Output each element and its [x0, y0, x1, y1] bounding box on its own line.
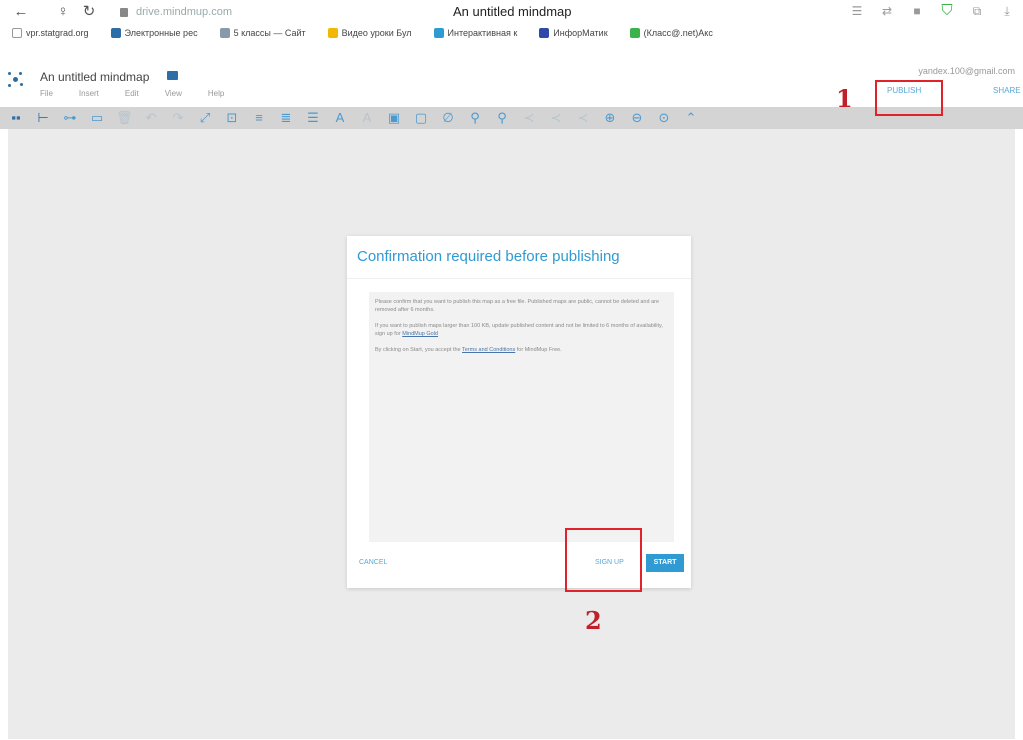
terms-link[interactable]: Terms and Conditions: [462, 347, 515, 353]
dialog-title: Confirmation required before publishing: [357, 248, 620, 265]
dialog-body: Please confirm that you want to publish …: [369, 292, 674, 542]
translate-icon[interactable]: ⇄: [879, 3, 895, 19]
dialog-paragraph: Please confirm that you want to publish …: [375, 299, 660, 313]
bookmark-favicon-icon: [110, 28, 121, 38]
start-button[interactable]: START: [646, 554, 684, 572]
dialog-divider: [347, 278, 691, 279]
collapse-icon[interactable]: ≺: [548, 111, 564, 125]
collapse-all-icon[interactable]: ⌃: [683, 111, 699, 125]
bookmark-favicon-icon: [629, 28, 640, 38]
menu-item[interactable]: View: [165, 89, 182, 98]
annotation-number-1: 1: [836, 84, 853, 113]
app-header: An untitled mindmap File Insert Edit View He…: [0, 42, 1023, 107]
dialog-text: for MindMup Free.: [516, 347, 562, 353]
search-icon[interactable]: ⚲: [494, 111, 510, 125]
lock-icon: [120, 7, 128, 17]
align-right-icon[interactable]: ☰: [305, 111, 321, 125]
redo-icon[interactable]: ↷: [170, 111, 186, 125]
dialog-text: By clicking on Start, you accept the: [375, 347, 461, 353]
cancel-button[interactable]: CANCEL: [359, 559, 387, 566]
zoom-fit-icon[interactable]: ⊙: [656, 111, 672, 125]
page-title: An untitled mindmap: [453, 4, 572, 19]
bookmark-item[interactable]: ИнфорМатик: [539, 28, 608, 38]
bookmark-label: Электронные рес: [124, 28, 198, 38]
bookmark-label: ИнфорМатик: [553, 28, 608, 38]
link-icon[interactable]: ∅: [440, 111, 456, 125]
bookmark-label: 5 классы — Сайт: [233, 28, 306, 38]
connector-icon[interactable]: ⤢: [197, 111, 213, 125]
mindmup-logo-icon[interactable]: [8, 72, 24, 88]
undo-icon[interactable]: ↶: [143, 111, 159, 125]
back-arrow-icon[interactable]: ←: [12, 3, 30, 21]
child-node-icon[interactable]: ⊶: [62, 111, 78, 125]
zoom-out-icon[interactable]: ⊖: [629, 111, 645, 125]
font-size-down-icon[interactable]: A: [359, 111, 375, 125]
sibling-node-icon[interactable]: ▭: [89, 111, 105, 125]
app-menu: File Insert Edit View Help: [40, 89, 224, 98]
bookmark-favicon-icon: [12, 28, 22, 38]
dialog-paragraph: By clicking on Start, you accept the Ter…: [375, 346, 668, 354]
insert-node-icon[interactable]: ⊡: [224, 111, 240, 125]
align-left-icon[interactable]: ≡: [251, 111, 267, 125]
tree-layout-icon[interactable]: ⊢: [35, 111, 51, 125]
reader-icon[interactable]: ☰: [849, 3, 865, 19]
bookmark-label: vpr.statgrad.org: [26, 28, 89, 38]
zoom-in-icon[interactable]: ⊕: [602, 111, 618, 125]
annotation-number-2: 2: [585, 606, 602, 635]
bookmark-label: Видео уроки Бул: [341, 28, 412, 38]
dialog-paragraph: If you want to publish maps larger than …: [375, 322, 668, 338]
attach-icon[interactable]: ⚲: [467, 111, 483, 125]
bookmark-icon[interactable]: ■: [909, 3, 925, 19]
mindmup-gold-link[interactable]: MindMup Gold: [402, 331, 438, 337]
share-node-icon[interactable]: ≺: [521, 111, 537, 125]
url-text: drive.mindmup.com: [136, 6, 232, 18]
bookmark-item[interactable]: (Класс@.net)Акс: [629, 28, 713, 38]
browser-actions: ☰ ⇄ ■ ⛉ ⧉ ⤓: [849, 3, 1015, 19]
menu-item[interactable]: Insert: [79, 89, 99, 98]
folder-icon[interactable]: [167, 71, 178, 80]
bookmark-favicon-icon: [219, 28, 230, 38]
profile-icon[interactable]: ♀: [54, 3, 72, 21]
align-center-icon[interactable]: ≣: [278, 111, 294, 125]
bookmarks-bar: vpr.statgrad.org Электронные рес 5 классы …: [0, 24, 1023, 42]
menu-item[interactable]: File: [40, 89, 53, 98]
extensions-icon[interactable]: ⧉: [969, 3, 985, 19]
bookmark-favicon-icon: [433, 28, 444, 38]
note-icon[interactable]: ▢: [413, 111, 429, 125]
bookmark-label: Интерактивная к: [447, 28, 518, 38]
bookmark-item[interactable]: Интерактивная к: [433, 28, 518, 38]
expand-icon[interactable]: ≺: [575, 111, 591, 125]
delete-icon[interactable]: 🗑: [116, 111, 133, 125]
download-icon[interactable]: ⤓: [999, 3, 1015, 19]
bookmark-item[interactable]: 5 классы — Сайт: [219, 28, 306, 38]
address-bar[interactable]: drive.mindmup.com: [120, 4, 232, 20]
bookmark-favicon-icon: [539, 28, 550, 38]
annotation-box-1: [875, 80, 943, 116]
reload-icon[interactable]: ↻: [80, 3, 98, 21]
map-title[interactable]: An untitled mindmap: [40, 70, 149, 84]
bookmark-label: (Класс@.net)Акс: [643, 28, 713, 38]
annotation-box-2: [565, 528, 642, 592]
bookmark-item[interactable]: vpr.statgrad.org: [12, 28, 89, 38]
font-size-up-icon[interactable]: A: [332, 111, 348, 125]
browser-bar: ← ♀ ↻ drive.mindmup.com An untitled mind…: [0, 0, 1023, 24]
user-email: yandex.100@gmail.com: [918, 66, 1015, 76]
menu-item[interactable]: Help: [208, 89, 224, 98]
bookmark-favicon-icon: [327, 28, 338, 38]
share-button[interactable]: SHARE: [993, 86, 1021, 95]
shield-icon[interactable]: ⛉: [939, 3, 955, 19]
bookmark-item[interactable]: Электронные рес: [110, 28, 198, 38]
image-icon[interactable]: ▣: [386, 111, 402, 125]
toolbar: ▪▪ ⊢ ⊶ ▭ 🗑 ↶ ↷ ⤢ ⊡ ≡ ≣ ☰ A A ▣ ▢ ∅ ⚲ ⚲ ≺…: [0, 107, 1023, 129]
map-view-icon[interactable]: ▪▪: [8, 111, 24, 125]
menu-item[interactable]: Edit: [125, 89, 139, 98]
bookmark-item[interactable]: Видео уроки Бул: [327, 28, 412, 38]
